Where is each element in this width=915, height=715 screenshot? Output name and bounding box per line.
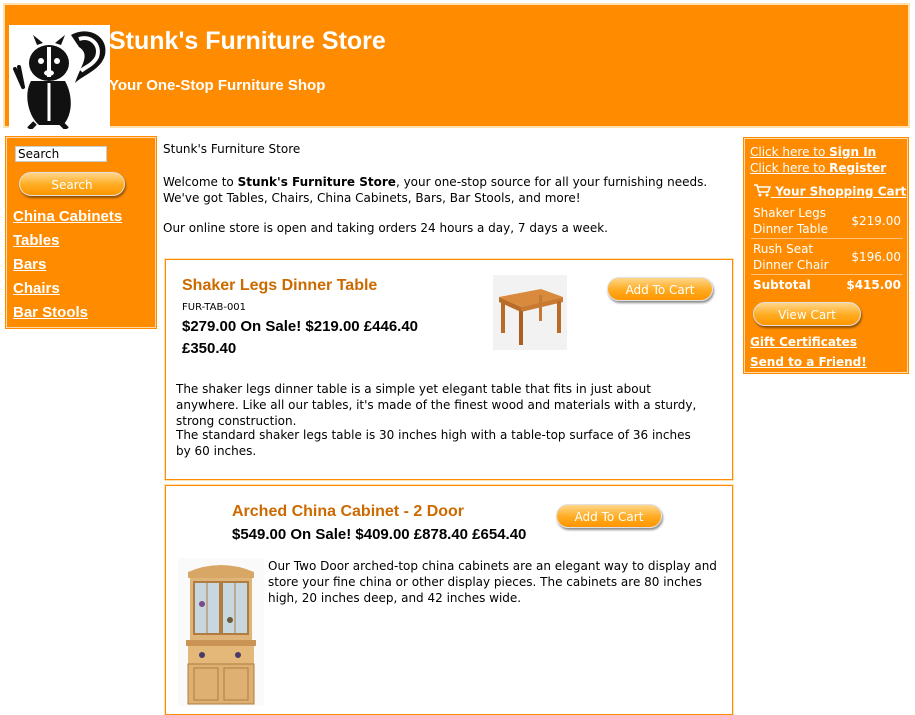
product-image-table[interactable]: [493, 275, 567, 350]
cart-divider: [751, 274, 903, 275]
hours-text: Our online store is open and taking orde…: [163, 221, 608, 235]
welcome-text: Welcome to Stunk's Furniture Store, your…: [163, 175, 708, 205]
cart-item-price: $196.00: [851, 250, 901, 264]
product-card: Shaker Legs Dinner Table FUR-TAB-001 $27…: [165, 259, 733, 480]
cart-item-name[interactable]: Shaker Legs Dinner Table: [753, 205, 837, 237]
product-card: Arched China Cabinet - 2 Door $549.00 On…: [165, 485, 733, 715]
shopping-cart-link[interactable]: Your Shopping Cart: [753, 184, 906, 200]
cart-icon: [753, 184, 772, 200]
header: Stunk's Furniture Store Your One-Stop Fu…: [3, 3, 910, 131]
product-image-cabinet[interactable]: [178, 558, 264, 706]
product-title[interactable]: Shaker Legs Dinner Table: [182, 277, 377, 295]
product-description: The shaker legs dinner table is a simple…: [176, 382, 697, 428]
right-sidebar: Click here to Sign In Click here to Regi…: [744, 138, 908, 373]
register-link[interactable]: Click here to Register: [750, 161, 886, 175]
category-chairs[interactable]: Chairs: [13, 280, 60, 297]
store-tagline: Your One-Stop Furniture Shop: [109, 77, 326, 94]
send-to-friend-link[interactable]: Send to a Friend!: [750, 355, 867, 369]
skunk-logo[interactable]: [9, 25, 110, 131]
cart-item: Shaker Legs Dinner Table $219.00: [753, 205, 901, 237]
product-price: $279.00 On Sale! $219.00 £446.40 £350.40: [182, 318, 419, 357]
product-price: $549.00 On Sale! $409.00 £878.40 £654.40: [232, 526, 527, 543]
search-button[interactable]: Search: [19, 172, 125, 196]
product-sku: FUR-TAB-001: [182, 302, 247, 313]
page-heading: Stunk's Furniture Store: [163, 142, 301, 156]
view-cart-button[interactable]: View Cart: [753, 302, 861, 326]
search-input[interactable]: [15, 146, 107, 162]
store-title: Stunk's Furniture Store: [109, 27, 386, 55]
gift-certificates-link[interactable]: Gift Certificates: [750, 335, 857, 349]
add-to-cart-button[interactable]: Add To Cart: [607, 277, 713, 301]
left-sidebar: Search China Cabinets Tables Bars Chairs…: [6, 137, 156, 328]
cart-item-name[interactable]: Rush Seat Dinner Chair: [753, 241, 837, 273]
cart-subtotal: Subtotal $415.00: [753, 278, 901, 292]
cart-divider: [751, 238, 903, 239]
cart-item-price: $219.00: [851, 214, 901, 228]
cart-item: Rush Seat Dinner Chair $196.00: [753, 241, 901, 273]
product-description: The standard shaker legs table is 30 inc…: [176, 428, 691, 458]
category-china-cabinets[interactable]: China Cabinets: [13, 208, 122, 225]
category-bars[interactable]: Bars: [13, 256, 46, 273]
category-bar-stools[interactable]: Bar Stools: [13, 304, 88, 321]
add-to-cart-button[interactable]: Add To Cart: [556, 504, 662, 528]
sign-in-link[interactable]: Click here to Sign In: [750, 145, 876, 159]
product-description: Our Two Door arched-top china cabinets a…: [268, 559, 717, 605]
category-tables[interactable]: Tables: [13, 232, 59, 249]
product-title[interactable]: Arched China Cabinet - 2 Door: [232, 503, 464, 521]
